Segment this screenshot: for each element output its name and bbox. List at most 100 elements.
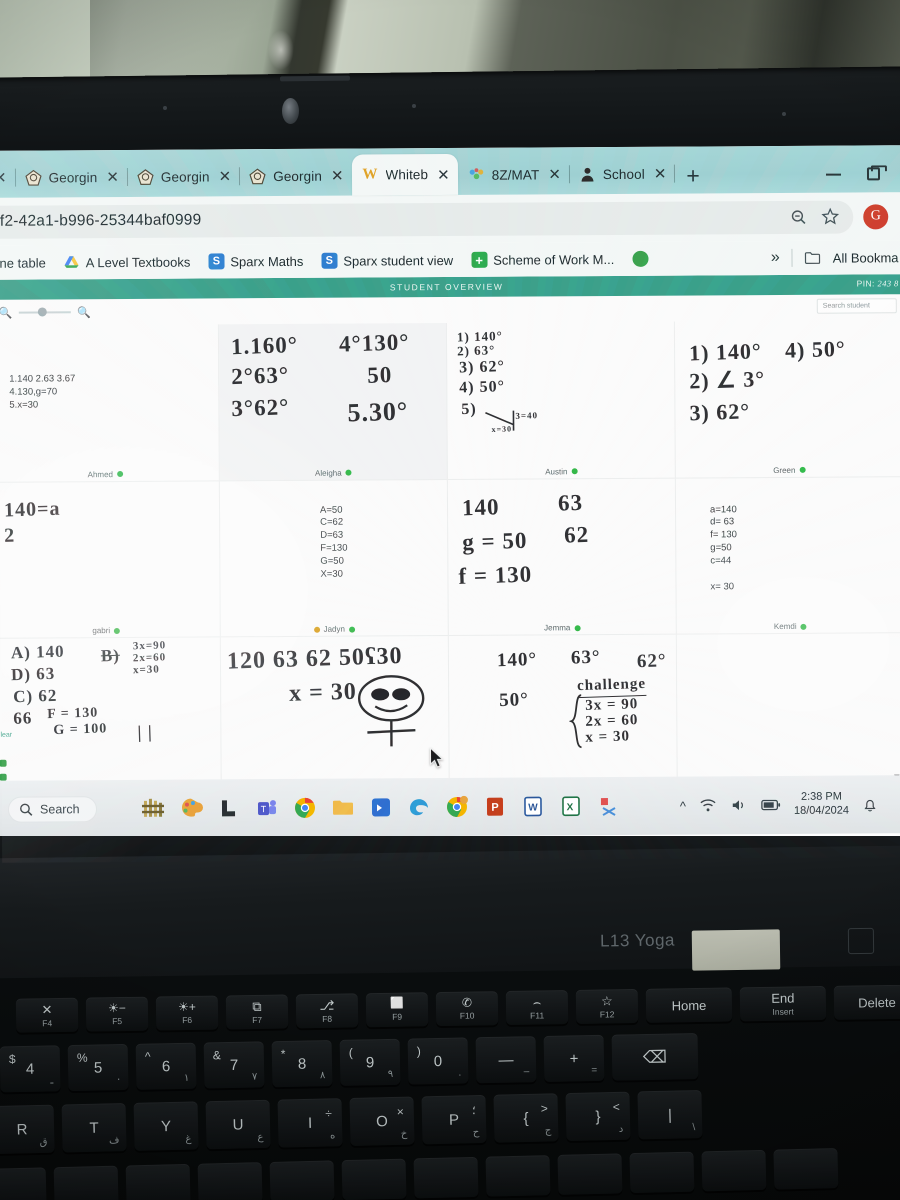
key-end-insert[interactable]: End Insert <box>739 985 827 1022</box>
tab-close-icon[interactable]: ✕ <box>0 169 7 187</box>
tab-close-icon[interactable]: ✕ <box>652 165 667 183</box>
key-i[interactable]: I ÷ ه <box>277 1098 343 1148</box>
battery-icon[interactable] <box>761 798 781 812</box>
tab-close-icon[interactable]: ✕ <box>546 165 561 183</box>
powerpoint-icon[interactable]: P <box>483 795 507 819</box>
key-f8[interactable]: ⎇ F8 <box>295 993 359 1029</box>
word-icon[interactable]: W <box>521 794 545 818</box>
key-f6[interactable]: ☀+ F6 <box>155 995 219 1031</box>
key-partial[interactable] <box>557 1153 623 1195</box>
zoom-slider[interactable]: 🔍 🔍 <box>0 306 91 320</box>
tab-close-icon[interactable]: ✕ <box>435 165 450 183</box>
key-partial[interactable] <box>0 1167 47 1200</box>
key-partial[interactable] <box>53 1165 119 1200</box>
key-u[interactable]: U ع <box>205 1099 271 1150</box>
key-home[interactable]: Home <box>645 987 733 1023</box>
student-board-kye[interactable]: A) 140 D) 63 C) 62 66 F = 130 G = 100 B)… <box>0 637 222 796</box>
new-tab-button[interactable]: + <box>674 162 714 193</box>
browser-tab-3[interactable]: Georgin ✕ <box>239 156 352 197</box>
chevron-up-icon[interactable]: ^ <box>680 798 686 813</box>
student-board-moza[interactable]: 140° 50° 63° 62° challenge 3x = 90 2x = … <box>448 634 678 793</box>
student-board-aleigha[interactable]: 1.160° 2°63° 3°62° 4°130° 50 5.30° Aleig… <box>218 323 448 482</box>
bookmark-item-5[interactable] <box>623 250 657 267</box>
zoom-track[interactable] <box>18 307 72 317</box>
folder-icon[interactable] <box>331 796 355 820</box>
student-board-jemma[interactable]: 140 g = 50 f = 130 63 62 Jemma <box>447 478 677 637</box>
magnifier-minus-icon[interactable]: 🔍 <box>0 306 13 319</box>
bookmark-item-0[interactable]: ne table <box>0 255 55 270</box>
key-f12[interactable]: ☆ F12 <box>575 988 639 1024</box>
fence-app-icon[interactable] <box>141 797 165 821</box>
zoom-out-icon[interactable] <box>790 208 807 225</box>
bookmark-item-1[interactable]: A Level Textbooks <box>55 254 200 271</box>
student-board-ahmed[interactable]: 1.140 2.63 3.67 4.130,g=70 5.x=30 Ahmed <box>0 324 220 483</box>
key-y[interactable]: Y غ <box>133 1101 199 1151</box>
key-partial[interactable] <box>125 1163 191 1200</box>
bell-icon[interactable] <box>862 796 878 813</box>
tab-close-icon[interactable]: ✕ <box>104 168 119 186</box>
search-student-input[interactable]: Search student <box>816 298 897 314</box>
student-board-kemdi[interactable]: a=140 d= 63 f= 130 g=50 c=44 x= 30 Kemdi <box>675 476 900 635</box>
wifi-icon[interactable] <box>699 797 717 813</box>
key-0[interactable]: ) 0 . <box>407 1037 469 1085</box>
store-icon[interactable] <box>369 795 393 819</box>
chrome-icon[interactable] <box>293 796 317 820</box>
key-partial[interactable] <box>773 1148 839 1190</box>
key-partial[interactable] <box>413 1156 479 1199</box>
restore-icon[interactable] <box>866 167 881 181</box>
browser-tab-0[interactable]: ✕ <box>0 158 16 198</box>
key-p[interactable]: P ؛ ح <box>421 1094 487 1145</box>
key-bracket-left[interactable]: { > ج <box>493 1093 559 1143</box>
key-partial[interactable] <box>629 1151 695 1194</box>
key-plus-equals[interactable]: + = <box>543 1034 605 1082</box>
browser-tab-whiteboard-active[interactable]: W Whiteb ✕ <box>351 153 458 196</box>
speaker-icon[interactable] <box>730 797 748 813</box>
key-7[interactable]: & 7 ٧ <box>203 1041 265 1089</box>
student-board-green[interactable]: 1) 140° 2) ∠ 3° 3) 62° 4) 50° Green <box>674 320 900 479</box>
key-8[interactable]: * 8 ٨ <box>271 1040 333 1088</box>
taskbar-search[interactable]: Search <box>7 796 97 823</box>
key-f11[interactable]: ⌢ F11 <box>505 990 569 1025</box>
file-explorer-l-icon[interactable] <box>217 796 241 820</box>
chrome-profile-icon[interactable] <box>445 795 469 819</box>
all-bookmarks-label[interactable]: All Bookma <box>833 250 899 265</box>
edge-icon[interactable] <box>407 795 431 819</box>
browser-tab-5[interactable]: 8Z/MAT ✕ <box>458 154 570 195</box>
bookmark-item-3[interactable]: S Sparx student view <box>312 252 462 269</box>
key-backspace[interactable]: ⌫ <box>611 1033 699 1081</box>
key-delete[interactable]: Delete <box>833 985 900 1020</box>
address-bar[interactable]: 33f2-42a1-b996-25344baf0999 <box>0 200 854 239</box>
magnifier-plus-icon[interactable]: 🔍 <box>77 306 91 319</box>
browser-tab-6[interactable]: School ✕ <box>569 154 676 195</box>
palette-swatch[interactable] <box>0 773 7 781</box>
zoom-knob[interactable] <box>37 307 47 317</box>
bookmark-star-icon[interactable] <box>821 207 840 226</box>
key-partial[interactable] <box>269 1160 335 1200</box>
key-bracket-right[interactable]: } < د <box>565 1091 631 1142</box>
key-backslash[interactable]: | \ <box>637 1089 703 1140</box>
snipping-tool-icon[interactable] <box>597 794 621 818</box>
tab-close-icon[interactable]: ✕ <box>329 167 344 185</box>
key-f4[interactable]: ✕ F4 <box>15 997 79 1033</box>
bookmark-item-2[interactable]: S Sparx Maths <box>199 253 312 270</box>
tab-close-icon[interactable]: ✕ <box>217 167 232 185</box>
clear-label[interactable]: Clear <box>0 732 12 739</box>
student-board-austin[interactable]: 1) 140° 2) 63° 3) 62° 4) 50° 5) 3=40 x=3… <box>446 321 676 480</box>
key-f5[interactable]: ☀− F5 <box>85 996 149 1032</box>
paint-app-icon[interactable] <box>179 796 203 820</box>
key-f9[interactable]: ⬜ F9 <box>365 992 429 1028</box>
palette-swatch[interactable] <box>0 759 7 767</box>
bookmark-item-4[interactable]: + Scheme of Work M... <box>462 251 623 268</box>
key-minus[interactable]: — – <box>475 1036 537 1084</box>
minimize-icon[interactable] <box>825 173 841 176</box>
key-6[interactable]: ^ 6 ١ <box>135 1042 197 1090</box>
student-board-gabri[interactable]: 140=a 2 gabri <box>0 481 221 640</box>
taskbar-clock[interactable]: 2:38 PM 18/04/2024 <box>794 791 849 819</box>
key-t[interactable]: T ف <box>61 1103 127 1153</box>
key-r[interactable]: R ق <box>0 1104 55 1155</box>
key-partial[interactable] <box>341 1158 407 1200</box>
key-9[interactable]: ( 9 ٩ <box>339 1038 401 1086</box>
key-o[interactable]: O × خ <box>349 1096 415 1146</box>
key-f10[interactable]: ✆ F10 <box>435 991 499 1027</box>
teams-icon[interactable]: T <box>255 796 279 820</box>
